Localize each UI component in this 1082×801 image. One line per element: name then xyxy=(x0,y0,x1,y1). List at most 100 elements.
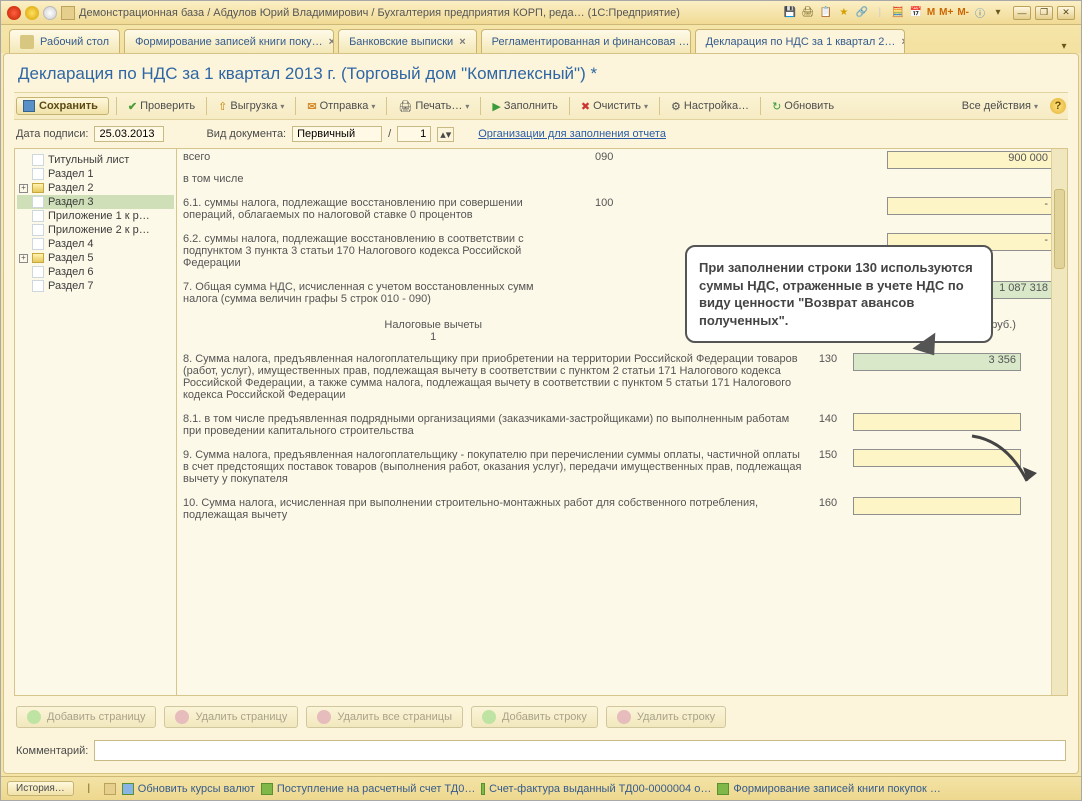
info-drop-icon[interactable]: ▾ xyxy=(991,6,1005,20)
tab-declaration[interactable]: Декларация по НДС за 1 квартал 2…× xyxy=(695,29,905,53)
expand-icon[interactable]: + xyxy=(19,184,28,193)
link-icon[interactable]: 🔗 xyxy=(855,6,869,20)
copy-icon[interactable]: 📋 xyxy=(819,6,833,20)
del-row-button[interactable]: Удалить строку xyxy=(606,706,726,728)
status-item[interactable]: Поступление на расчетный счет ТД0… xyxy=(261,783,476,795)
upload-button[interactable]: ⇧Выгрузка▾ xyxy=(214,100,288,113)
tab-reporting[interactable]: Регламентированная и финансовая …× xyxy=(481,29,691,53)
document-title: Декларация по НДС за 1 квартал 2013 г. (… xyxy=(18,64,1068,84)
mem-mm[interactable]: M- xyxy=(957,6,969,20)
main-area: Титульный лист Раздел 1 +Раздел 2 Раздел… xyxy=(14,148,1068,696)
label: Заполнить xyxy=(504,100,558,112)
refresh-icon: ↻ xyxy=(772,100,781,113)
page-input[interactable] xyxy=(397,126,431,142)
mem-m[interactable]: M xyxy=(927,6,935,20)
tab-label: Регламентированная и финансовая … xyxy=(492,36,690,48)
page-icon xyxy=(32,238,44,250)
settings-button[interactable]: ⚙Настройка… xyxy=(667,100,753,113)
org-link[interactable]: Организации для заполнения отчета xyxy=(478,128,666,140)
help-icon[interactable]: ? xyxy=(1050,98,1066,114)
plus-icon xyxy=(27,710,41,724)
tree-node[interactable]: +Раздел 5 xyxy=(17,251,174,265)
value-input[interactable]: - xyxy=(887,197,1053,215)
fwd-nav-icon[interactable] xyxy=(25,6,39,20)
info-icon[interactable]: ⓘ xyxy=(973,6,987,20)
report-area: всего 090 900 000 в том числе 6.1. суммы… xyxy=(177,149,1067,695)
tree-node[interactable]: Раздел 4 xyxy=(17,237,174,251)
status-item[interactable]: Обновить курсы валют xyxy=(122,783,255,795)
tab-bank[interactable]: Банковские выписки× xyxy=(338,29,477,53)
tree-node[interactable]: Раздел 1 xyxy=(17,167,174,181)
tree-node[interactable]: Приложение 1 к р… xyxy=(17,209,174,223)
x-icon xyxy=(317,710,331,724)
spinner-icon[interactable]: ▴▾ xyxy=(437,127,454,142)
tab-close-icon[interactable]: × xyxy=(901,36,904,48)
gear-icon: ⚙ xyxy=(671,100,681,113)
scrollbar[interactable] xyxy=(1051,149,1067,695)
tab-book-entries[interactable]: Формирование записей книги поку…× xyxy=(124,29,334,53)
fill-button[interactable]: ▶Заполнить xyxy=(488,100,561,113)
history-button[interactable]: История… xyxy=(7,781,74,796)
app-window: Демонстрационная база / Абдулов Юрий Вла… xyxy=(0,0,1082,801)
send-icon: ✉ xyxy=(307,100,316,113)
check-icon: ✔ xyxy=(128,100,137,113)
app-icon[interactable] xyxy=(104,783,116,795)
tree-node[interactable]: Приложение 2 к р… xyxy=(17,223,174,237)
doctype-input[interactable] xyxy=(292,126,382,142)
page-icon xyxy=(32,280,44,292)
tree-node[interactable]: Раздел 6 xyxy=(17,265,174,279)
tab-close-icon[interactable]: × xyxy=(329,36,334,48)
comment-input[interactable] xyxy=(94,740,1066,761)
save-button[interactable]: Сохранить xyxy=(16,97,109,115)
row-desc: 10. Сумма налога, исчисленная при выполн… xyxy=(183,497,803,521)
tree-node-selected[interactable]: Раздел 3 xyxy=(17,195,174,209)
send-button[interactable]: ✉Отправка▾ xyxy=(303,100,379,113)
tab-desktop[interactable]: Рабочий стол xyxy=(9,29,120,53)
tree-node[interactable]: +Раздел 2 xyxy=(17,181,174,195)
tree-label: Раздел 3 xyxy=(48,196,94,208)
expand-icon[interactable]: + xyxy=(19,254,28,263)
refresh-button[interactable]: ↻Обновить xyxy=(768,100,838,113)
tree-node[interactable]: Раздел 7 xyxy=(17,279,174,293)
close-button[interactable]: ✕ xyxy=(1057,6,1075,20)
clear-button[interactable]: ✖Очистить▾ xyxy=(577,100,652,113)
tree-label: Раздел 1 xyxy=(48,168,94,180)
calendar-icon[interactable]: 📅 xyxy=(909,6,923,20)
scroll-thumb[interactable] xyxy=(1054,189,1065,269)
favorites-icon[interactable] xyxy=(61,6,75,20)
save-icon[interactable]: 💾 xyxy=(783,6,797,20)
date-input[interactable] xyxy=(94,126,164,142)
back-nav-icon[interactable] xyxy=(7,6,21,20)
tabs-menu-icon[interactable]: ▾ xyxy=(1057,39,1071,53)
tab-label: Рабочий стол xyxy=(40,36,109,48)
home-nav-icon[interactable] xyxy=(43,6,57,20)
status-item[interactable]: Счет-фактура выданный ТД00-0000004 о… xyxy=(481,783,711,795)
value-input[interactable]: 900 000 xyxy=(887,151,1053,169)
content-pane: Декларация по НДС за 1 квартал 2013 г. (… xyxy=(3,53,1079,774)
maximize-button[interactable]: ❐ xyxy=(1035,6,1053,20)
status-item[interactable]: Формирование записей книги покупок … xyxy=(717,783,941,795)
add-row-button[interactable]: Добавить строку xyxy=(471,706,598,728)
value-input[interactable] xyxy=(853,413,1021,431)
tab-close-icon[interactable]: × xyxy=(459,36,465,48)
print-icon[interactable]: 🖨 xyxy=(801,6,815,20)
star-icon[interactable]: ★ xyxy=(837,6,851,20)
del-all-pages-button[interactable]: Удалить все страницы xyxy=(306,706,463,728)
all-actions-button[interactable]: Все действия▾ xyxy=(958,100,1042,112)
calc-icon[interactable]: 🧮 xyxy=(891,6,905,20)
x-icon xyxy=(175,710,189,724)
print-button[interactable]: 🖨Печать…▾ xyxy=(394,100,473,113)
check-button[interactable]: ✔Проверить xyxy=(124,100,199,113)
page-sep: / xyxy=(388,128,391,140)
annotation-callout: При заполнении строки 130 используются с… xyxy=(685,245,993,361)
row-desc: 8.1. в том числе предъявленная подрядным… xyxy=(183,413,803,437)
add-page-button[interactable]: Добавить страницу xyxy=(16,706,156,728)
value-input[interactable] xyxy=(853,449,1021,467)
separator-icon: | xyxy=(873,6,887,20)
value-input[interactable] xyxy=(853,497,1021,515)
tree-node[interactable]: Титульный лист xyxy=(17,153,174,167)
del-page-button[interactable]: Удалить страницу xyxy=(164,706,298,728)
mem-mp[interactable]: M+ xyxy=(939,6,953,20)
minimize-button[interactable]: — xyxy=(1013,6,1031,20)
disk-icon xyxy=(23,100,35,112)
